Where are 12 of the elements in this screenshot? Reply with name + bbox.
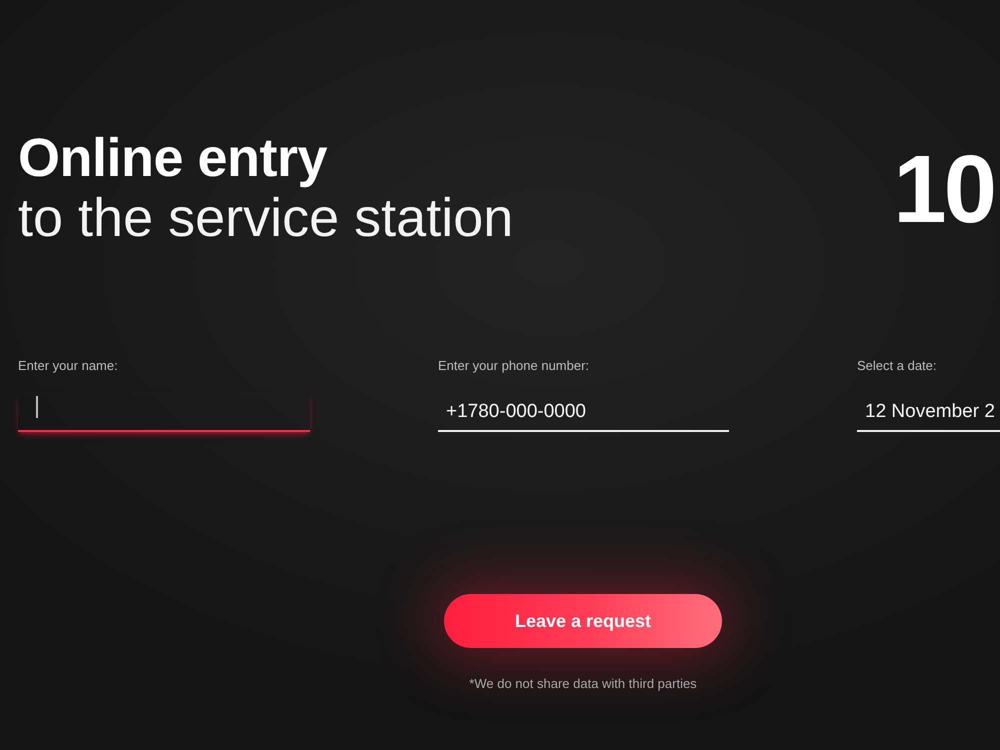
page-title: Online entry: [18, 128, 328, 188]
input-field[interactable]: 12 November 2: [857, 394, 1000, 432]
large-number: 10: [893, 142, 994, 238]
text-cursor-icon: [36, 396, 38, 418]
field-label: Enter your name:: [18, 358, 118, 374]
privacy-note: *We do not share data with third parties: [469, 676, 697, 692]
page-subtitle: to the service station: [18, 188, 514, 248]
input-field[interactable]: +1780-000-0000: [438, 394, 729, 432]
field-label: Select a date:: [857, 358, 936, 374]
submit-button[interactable]: Leave a request: [444, 594, 722, 648]
field-label: Enter your phone number:: [438, 358, 590, 374]
input-field[interactable]: [18, 394, 310, 432]
